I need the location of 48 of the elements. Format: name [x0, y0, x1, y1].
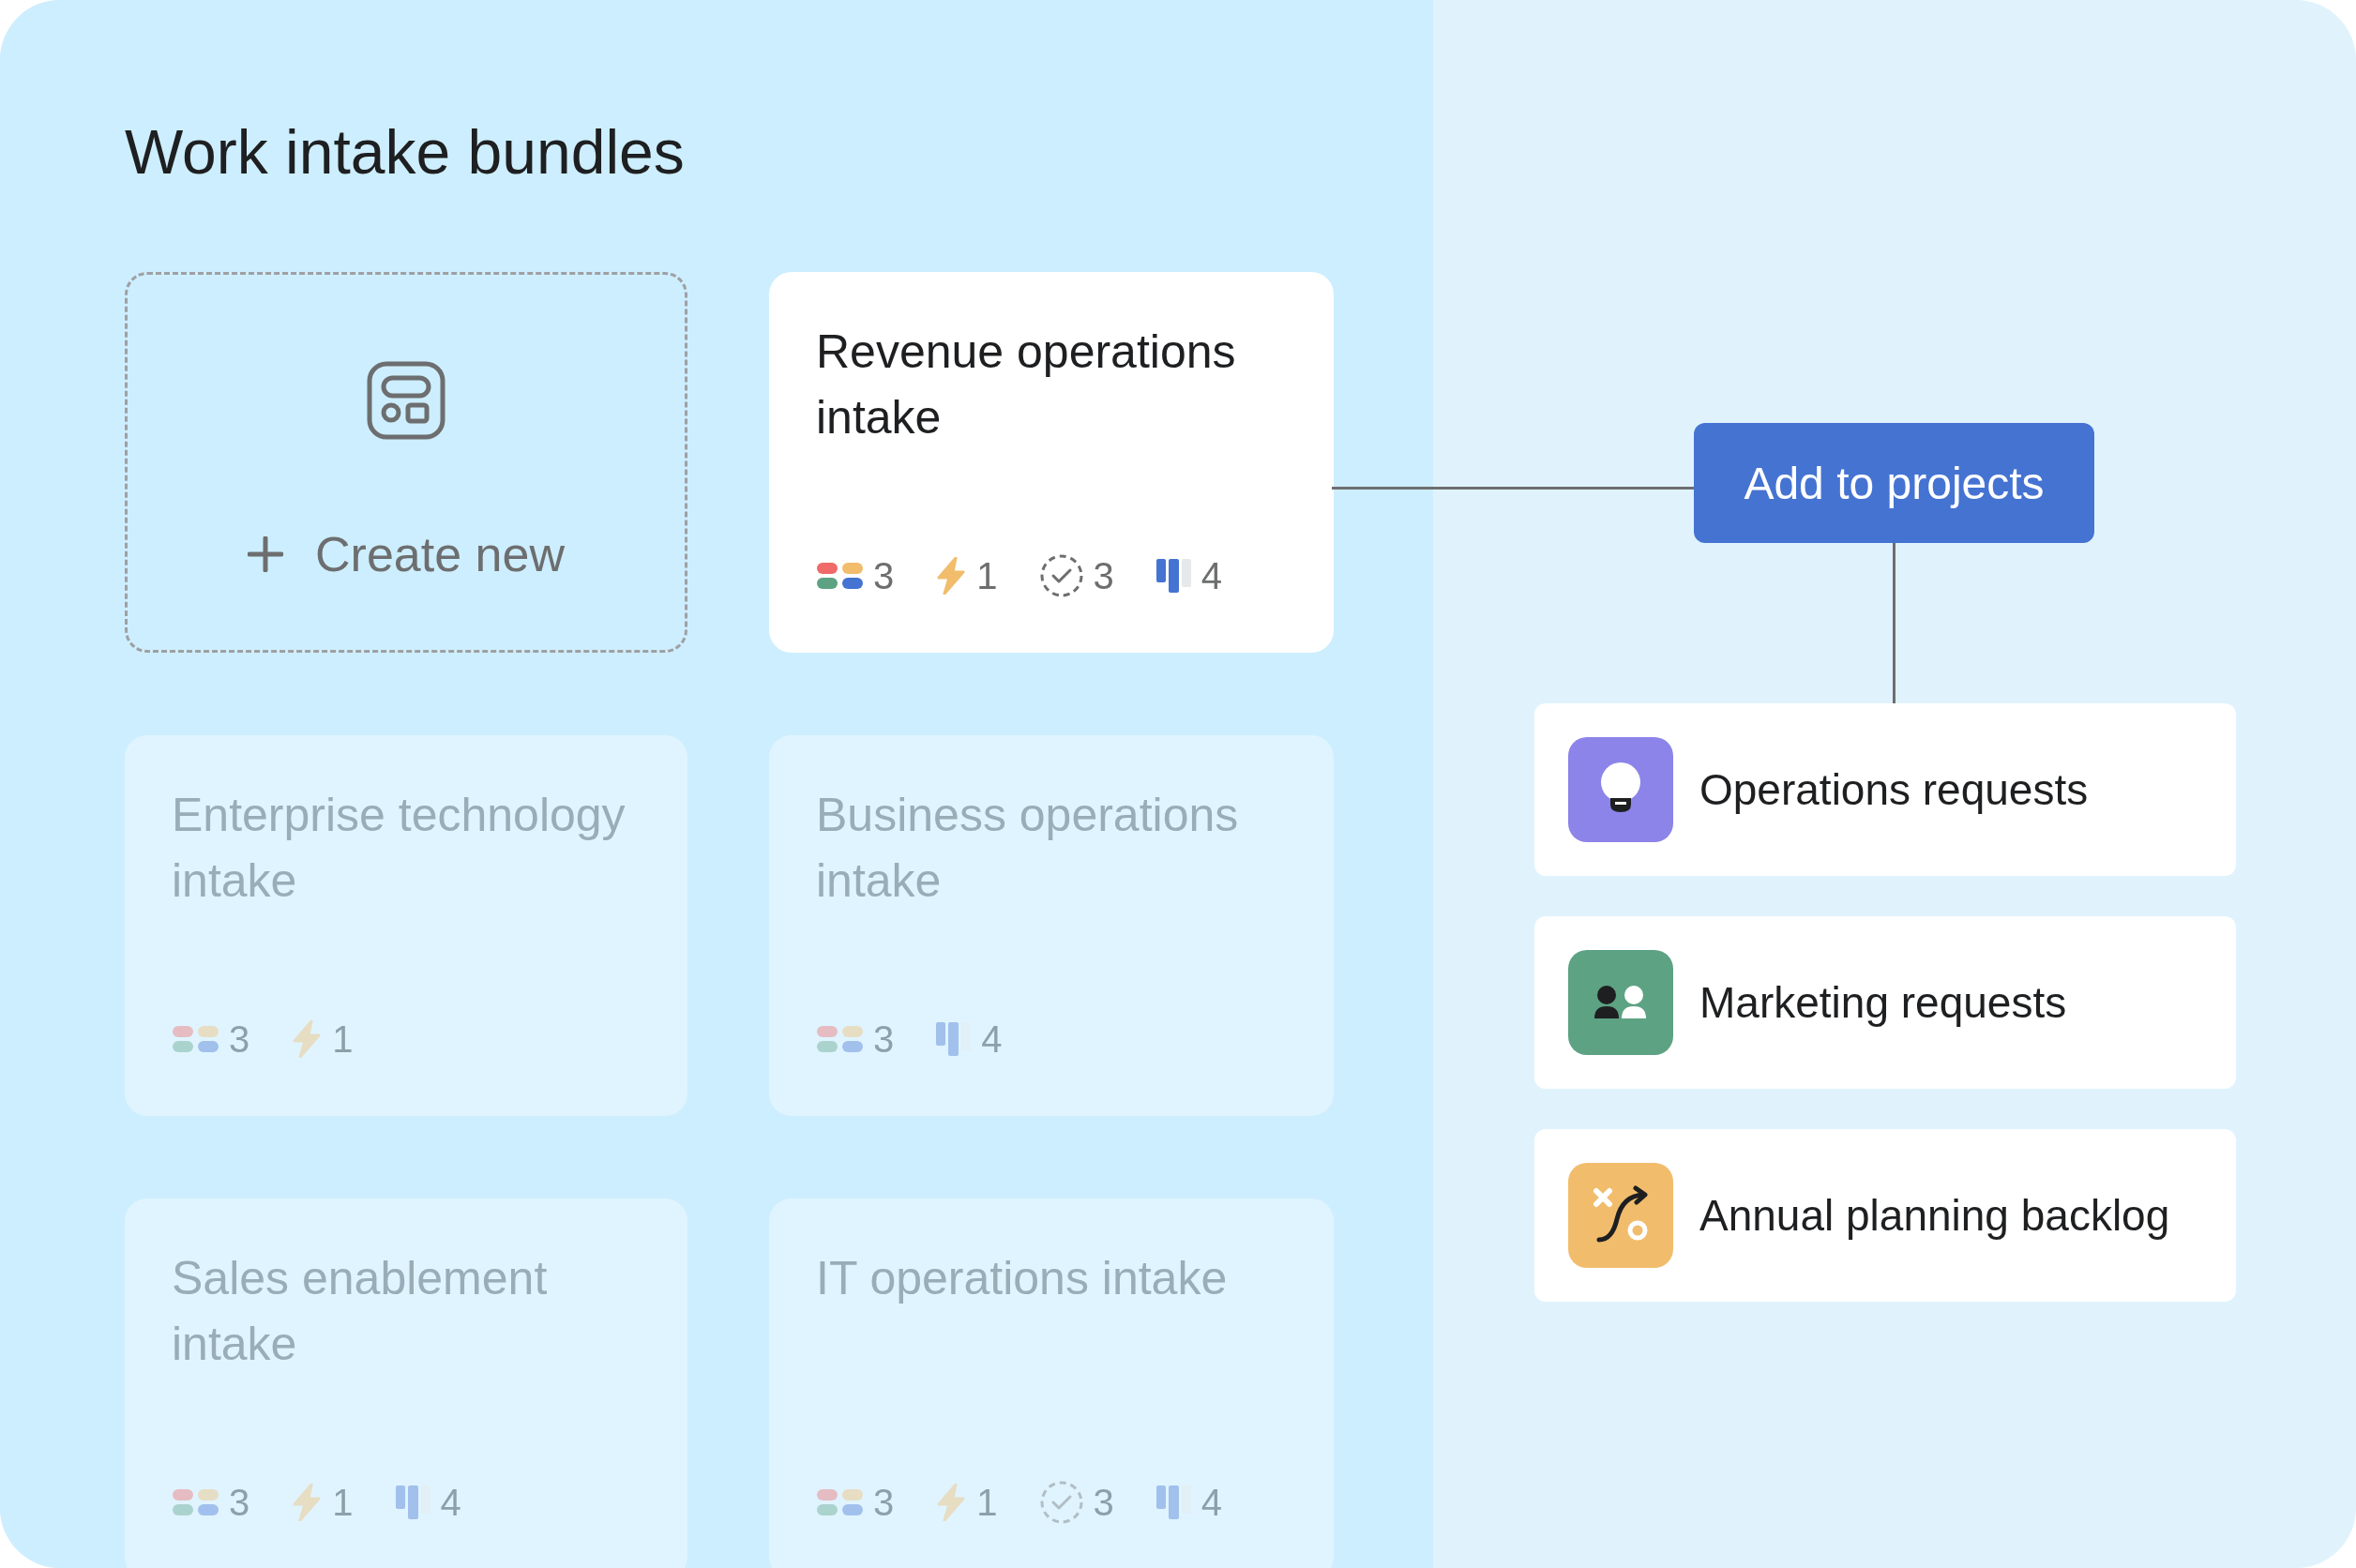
template-icon	[367, 361, 446, 440]
count: 4	[440, 1481, 461, 1525]
bundle-card[interactable]: Sales enablement intake 3 1 4	[125, 1199, 687, 1568]
project-item[interactable]: Marketing requests	[1534, 916, 2236, 1089]
project-name: Annual planning backlog	[1699, 1190, 2170, 1241]
board-columns-icon	[1155, 558, 1192, 594]
bundle-card[interactable]: Enterprise technology intake 3 1	[125, 735, 687, 1116]
project-name: Marketing requests	[1699, 977, 2067, 1028]
project-name: Operations requests	[1699, 764, 2089, 815]
fields-icon	[816, 1024, 864, 1054]
bundle-card[interactable]: Business operations intake 3 4	[769, 735, 1334, 1116]
board-columns-icon	[1155, 1485, 1192, 1520]
count: 4	[981, 1018, 1003, 1062]
create-new-label: Create new	[315, 526, 565, 582]
count: 3	[1093, 1481, 1114, 1525]
bundle-title: Enterprise technology intake	[172, 788, 627, 909]
add-to-projects-button[interactable]: Add to projects	[1694, 423, 2094, 543]
fields-icon	[172, 1487, 219, 1517]
page-title: Work intake bundles	[125, 116, 685, 188]
count: 3	[229, 1481, 250, 1525]
count: 3	[1093, 554, 1114, 598]
count: 1	[332, 1018, 354, 1062]
fields-icon	[172, 1024, 219, 1054]
fields-icon	[816, 561, 864, 591]
bundle-title: Revenue operations intake	[816, 324, 1237, 445]
board-columns-icon	[935, 1021, 973, 1057]
count: 4	[1201, 554, 1222, 598]
count: 3	[873, 1018, 895, 1062]
create-card[interactable]: Create new	[125, 272, 687, 653]
count: 1	[332, 1481, 354, 1525]
count: 3	[873, 554, 895, 598]
dashed-check-icon	[1038, 553, 1084, 598]
bundle-card[interactable]: Revenue operations intake 3 1 3 4	[769, 272, 1334, 653]
count: 4	[1201, 1481, 1222, 1525]
dashed-check-icon	[1038, 1480, 1084, 1525]
count: 1	[976, 554, 998, 598]
bundle-title: Business operations intake	[816, 788, 1240, 909]
count: 3	[873, 1481, 895, 1525]
plus-icon	[248, 536, 284, 572]
fields-icon	[816, 1487, 864, 1517]
project-item[interactable]: Operations requests	[1534, 703, 2236, 876]
bundle-title: Sales enablement intake	[172, 1251, 549, 1372]
board-columns-icon	[394, 1485, 431, 1520]
bundle-card[interactable]: IT operations intake 3 1 3 4	[769, 1199, 1334, 1568]
count: 3	[229, 1018, 250, 1062]
project-item[interactable]: Annual planning backlog	[1534, 1129, 2236, 1302]
bundle-title: IT operations intake	[816, 1251, 1229, 1306]
count: 1	[976, 1481, 998, 1525]
